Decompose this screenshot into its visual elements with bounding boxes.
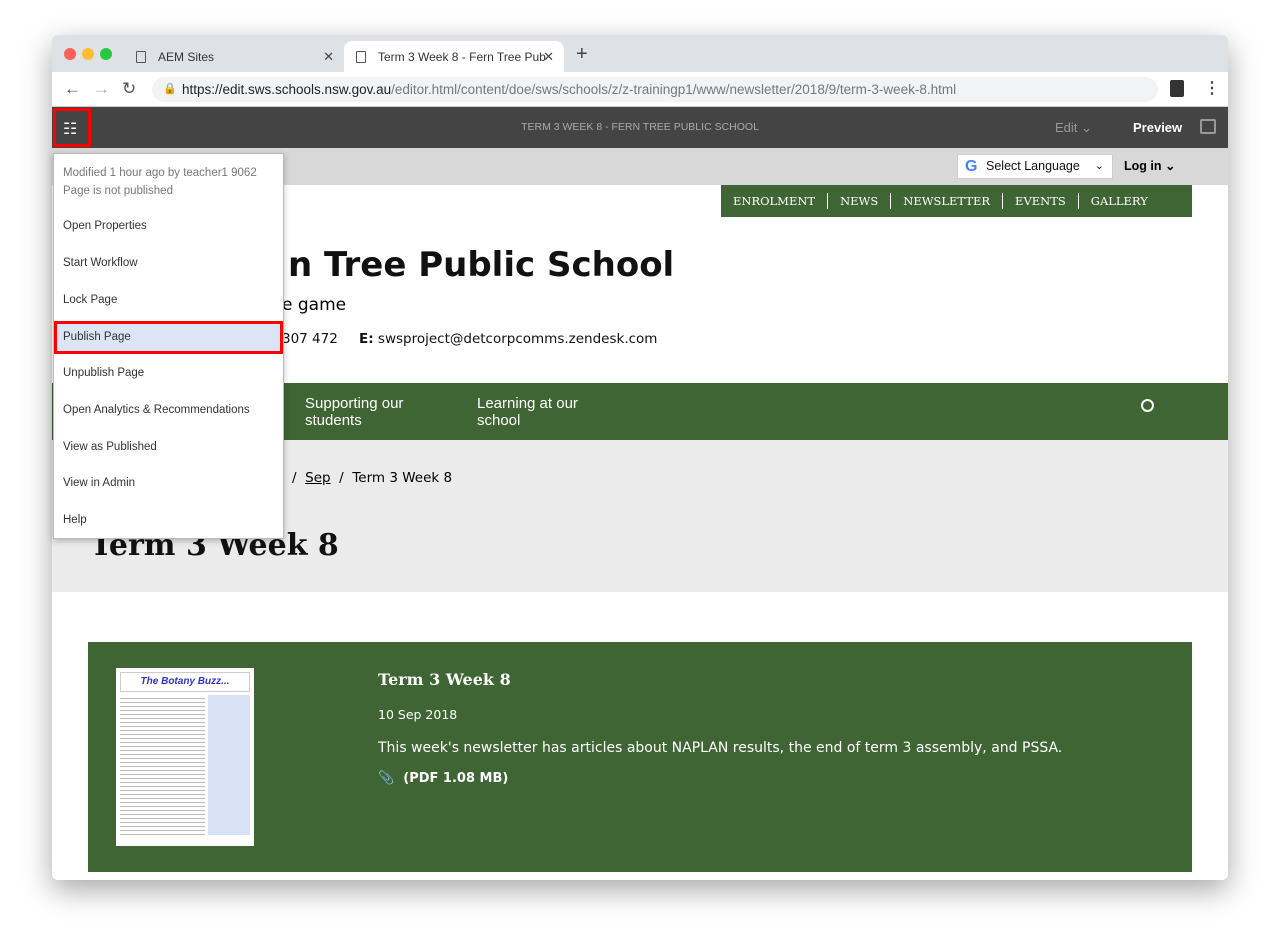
main-nav-learning[interactable]: Learning at our school: [477, 395, 607, 429]
menu-open-analytics[interactable]: Open Analytics & Recommendations: [54, 394, 283, 427]
document-icon: [356, 50, 366, 63]
newsletter-description: This week's newsletter has articles abou…: [378, 740, 1063, 756]
page-title-toolbar: TERM 3 WEEK 8 - FERN TREE PUBLIC SCHOOL: [521, 121, 759, 133]
zoom-window-button[interactable]: [100, 48, 112, 60]
url-input[interactable]: 🔒 https://edit.sws.schools.nsw.gov.au/edi…: [152, 77, 1158, 102]
paperclip-icon: 📎: [378, 771, 395, 786]
menu-start-workflow[interactable]: Start Workflow: [54, 247, 283, 280]
thumbnail-title: The Botany Buzz...: [120, 672, 250, 692]
menu-unpublish-page[interactable]: Unpublish Page: [54, 357, 283, 390]
reload-icon[interactable]: ↻: [122, 79, 136, 99]
email-link[interactable]: swsproject@detcorpcomms.zendesk.com: [378, 331, 658, 347]
top-nav-news[interactable]: NEWS: [828, 194, 890, 208]
back-icon[interactable]: ←: [64, 79, 81, 99]
edit-mode-dropdown[interactable]: Edit ⌄: [1055, 120, 1092, 136]
document-icon: [136, 50, 146, 63]
phone-number: 307 472: [282, 331, 338, 347]
publish-status: Page is not published: [63, 185, 173, 197]
login-label: Log in: [1124, 159, 1162, 173]
school-tagline: e game: [282, 295, 347, 315]
menu-help[interactable]: Help: [54, 504, 283, 537]
select-language-dropdown[interactable]: G Select Language ⌄: [957, 154, 1113, 179]
newsletter-file-link[interactable]: 📎 (PDF 1.08 MB): [378, 771, 508, 786]
preview-button[interactable]: Preview: [1133, 120, 1182, 135]
menu-open-properties[interactable]: Open Properties: [54, 210, 283, 243]
forward-icon[interactable]: →: [93, 79, 110, 99]
tab-term-3-week-8[interactable]: Term 3 Week 8 - Fern Tree Pub ✕: [344, 41, 564, 72]
breadcrumb: / Sep / Term 3 Week 8: [292, 470, 453, 486]
close-tab-icon[interactable]: ✕: [543, 49, 554, 65]
aem-toolbar: ☷ TERM 3 WEEK 8 - FERN TREE PUBLIC SCHOO…: [52, 107, 1228, 148]
top-nav-newsletter[interactable]: NEWSLETTER: [891, 194, 1002, 208]
annotation-highlight: [53, 108, 91, 147]
newsletter-title[interactable]: Term 3 Week 8: [378, 670, 511, 689]
tab-label: AEM Sites: [158, 49, 215, 64]
page-information-menu: Modified 1 hour ago by teacher1 9062 Page…: [53, 153, 284, 539]
address-bar: ← → ↻ 🔒 https://edit.sws.schools.nsw.gov.…: [52, 72, 1228, 107]
breadcrumb-current: Term 3 Week 8: [352, 470, 453, 486]
url-path: /editor.html/content/doe/sws/schools/z/z…: [391, 82, 957, 97]
top-nav-gallery[interactable]: GALLERY: [1079, 194, 1160, 208]
select-language-label: Select Language: [986, 159, 1080, 173]
menu-lock-page[interactable]: Lock Page: [54, 284, 283, 317]
top-nav-enrolment[interactable]: ENROLMENT: [721, 194, 827, 208]
breadcrumb-sep[interactable]: Sep: [305, 470, 330, 486]
close-window-button[interactable]: [64, 48, 76, 60]
menu-publish-page[interactable]: Publish Page: [54, 321, 283, 354]
email-label: E:: [359, 331, 374, 347]
menu-view-in-admin[interactable]: View in Admin: [54, 467, 283, 500]
url-host: https://edit.sws.schools.nsw.gov.au: [182, 82, 392, 97]
top-nav: ENROLMENT NEWS NEWSLETTER EVENTS GALLERY: [721, 185, 1192, 217]
clipboard-icon[interactable]: [1170, 80, 1184, 97]
tab-label: Term 3 Week 8 - Fern Tree Pub: [378, 49, 546, 64]
lock-icon: 🔒: [163, 83, 177, 95]
modified-info: Modified 1 hour ago by teacher1 9062: [63, 167, 257, 179]
newsletter-date: 10 Sep 2018: [378, 707, 458, 722]
newsletter-thumbnail[interactable]: The Botany Buzz...: [116, 668, 254, 846]
new-tab-button[interactable]: +: [576, 43, 588, 66]
minimize-window-button[interactable]: [82, 48, 94, 60]
menu-view-as-published[interactable]: View as Published: [54, 431, 283, 464]
top-nav-events[interactable]: EVENTS: [1003, 194, 1078, 208]
search-icon[interactable]: [1141, 399, 1154, 412]
google-icon: G: [965, 158, 978, 175]
edit-label: Edit: [1055, 120, 1078, 135]
tab-bar: AEM Sites ✕ Term 3 Week 8 - Fern Tree Pub…: [52, 35, 1228, 72]
annotate-icon[interactable]: [1200, 119, 1216, 134]
newsletter-card: The Botany Buzz... Term 3 Week 8 10 Sep …: [88, 642, 1192, 872]
tab-aem-sites[interactable]: AEM Sites ✕: [124, 41, 344, 72]
file-size: (PDF 1.08 MB): [403, 771, 509, 786]
school-name: n Tree Public School: [288, 245, 675, 285]
main-nav-supporting[interactable]: Supporting our students: [305, 395, 435, 429]
login-dropdown[interactable]: Log in ⌄: [1124, 158, 1175, 173]
more-menu-icon[interactable]: ⋮: [1204, 78, 1220, 98]
close-tab-icon[interactable]: ✕: [323, 49, 334, 65]
